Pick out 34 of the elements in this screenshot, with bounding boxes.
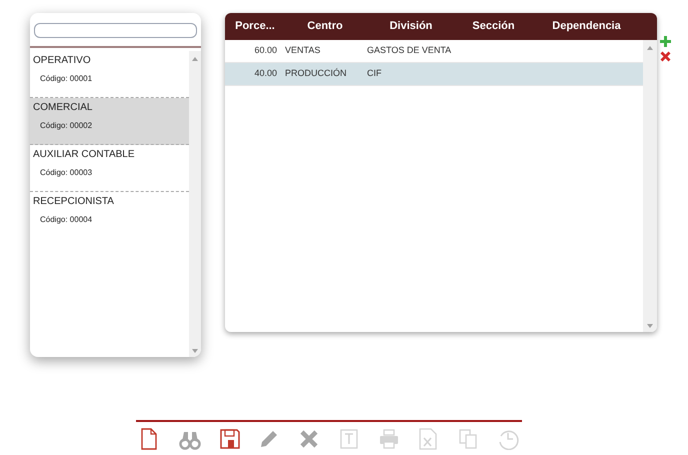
column-header[interactable]: Porce... [225,18,285,35]
scroll-down-icon[interactable] [192,349,198,353]
item-title: RECEPCIONISTA [33,196,115,208]
table-cell-text: VENTAS [285,44,322,58]
scroll-up-icon[interactable] [647,46,653,50]
add-icon[interactable] [660,36,671,47]
table-cell-text: CIF [366,67,382,80]
item-title: COMERCIAL [33,102,94,114]
item-title: AUXILIAR CONTABLE [33,149,136,161]
scrollbar[interactable] [643,40,657,332]
list-item[interactable]: AUXILIAR CONTABLE Código: 00003 [30,145,189,192]
item-code: Código: 00004 [39,215,94,225]
column-header[interactable]: División [365,18,457,35]
table-cell-text: PRODUCCIÓN [285,67,348,80]
item-title: OPERATIVO [33,55,92,67]
item-code: Código: 00001 [39,74,94,84]
table-cell-text: 60.00 [253,44,278,58]
item-code: Código: 00003 [39,168,94,178]
table-cell-text: GASTOS DE VENTA [366,44,452,58]
item-code: Código: 00002 [39,121,94,131]
close-icon[interactable] [660,51,671,62]
table-row[interactable]: 60.00 VENTAS GASTOS DE VENTA [225,40,643,63]
list-item[interactable]: COMERCIAL Código: 00002 [30,98,189,145]
close-icon[interactable] [298,428,320,450]
scrollbar[interactable] [189,51,201,357]
table-cell-text: 40.00 [253,67,278,80]
list-item[interactable]: OPERATIVO Código: 00001 [30,51,189,98]
scroll-up-icon[interactable] [192,57,198,61]
column-header[interactable]: Dependencia [530,18,643,35]
column-header[interactable]: Sección [457,18,530,35]
column-header[interactable]: Centro [285,18,365,35]
search-field[interactable] [34,23,197,38]
table-row[interactable]: 40.00 PRODUCCIÓN CIF [225,63,643,86]
scroll-down-icon[interactable] [647,324,653,328]
